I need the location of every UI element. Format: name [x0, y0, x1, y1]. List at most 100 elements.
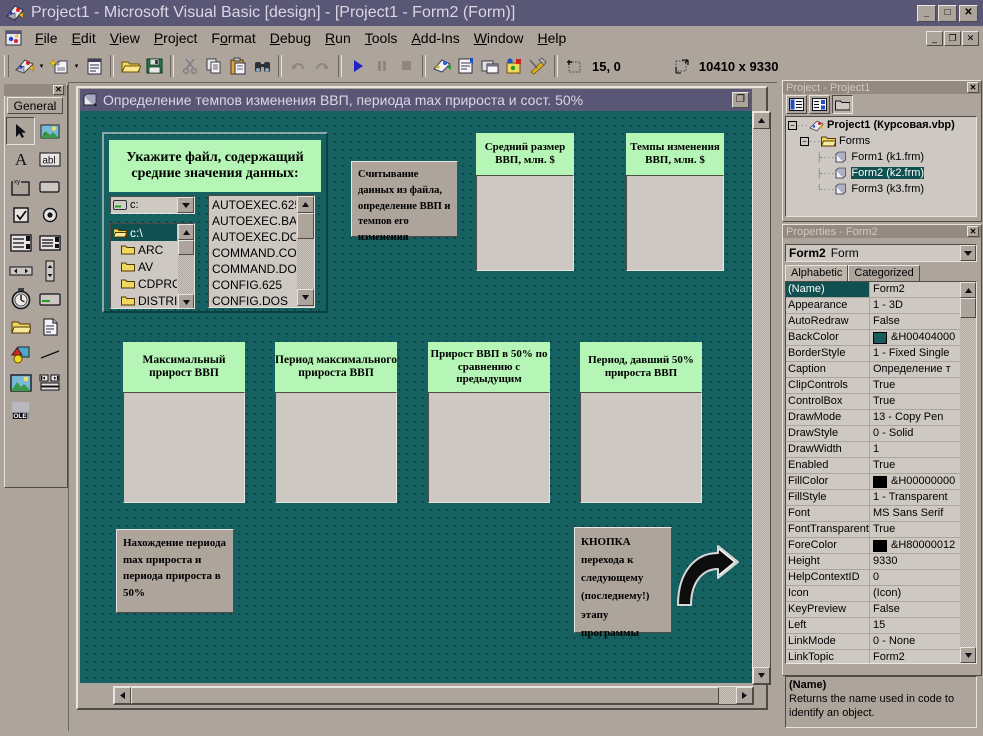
- drive-list-box[interactable]: c:: [110, 196, 195, 214]
- dir-item-root[interactable]: c:\: [111, 224, 177, 241]
- directory-list-box[interactable]: c:\ ARC AV: [110, 223, 195, 309]
- file-list-scrollbar[interactable]: [297, 196, 314, 307]
- find-button[interactable]: [250, 55, 274, 78]
- start-button[interactable]: [346, 55, 370, 78]
- property-row[interactable]: Height 9330: [786, 554, 976, 570]
- panel-max-growth[interactable]: [123, 392, 245, 503]
- undo-button[interactable]: [286, 55, 310, 78]
- menu-debug[interactable]: Debug: [263, 28, 318, 48]
- form-hscroll-left-button[interactable]: [114, 687, 131, 704]
- minimize-button[interactable]: _: [917, 5, 936, 22]
- mdi-document-icon[interactable]: [5, 30, 22, 46]
- form-layout-button[interactable]: [478, 55, 502, 78]
- dirlistbox-tool[interactable]: [6, 313, 35, 341]
- project-tree[interactable]: − ··· Project1 (Курсовая.vbp) − ···: [785, 116, 977, 217]
- menu-editor-button[interactable]: [82, 55, 106, 78]
- panel-growth-50[interactable]: [428, 392, 550, 503]
- panel-avg-gdp[interactable]: [476, 175, 574, 271]
- label-max-growth-period[interactable]: Период максимального прироста ВВП: [275, 342, 397, 392]
- toggle-folders-button[interactable]: [832, 95, 853, 114]
- add-project-dropdown[interactable]: ▾: [36, 55, 47, 78]
- label-growth-50[interactable]: Прирост ВВП в 50% по сравнению с предыду…: [428, 342, 550, 392]
- menu-view[interactable]: View: [103, 28, 147, 48]
- properties-grid[interactable]: (Name) Form2 Appearance 1 - 3D AutoRedra…: [785, 281, 977, 664]
- menu-tools[interactable]: Tools: [358, 28, 405, 48]
- panel-gdp-rates[interactable]: [626, 175, 724, 271]
- tab-alphabetic[interactable]: Alphabetic: [785, 265, 848, 281]
- property-row[interactable]: DrawWidth 1: [786, 442, 976, 458]
- menu-run[interactable]: Run: [318, 28, 358, 48]
- label-period-50[interactable]: Период, давший 50% прироста ВВП: [580, 342, 702, 392]
- file-scroll-up-button[interactable]: [297, 196, 314, 213]
- add-form-button[interactable]: [47, 55, 71, 78]
- file-item[interactable]: COMMAND.COM: [209, 245, 296, 261]
- dir-scroll-down-button[interactable]: [178, 294, 194, 309]
- property-row[interactable]: (Name) Form2: [786, 282, 976, 298]
- tree-row-forms[interactable]: − ··· Forms: [786, 133, 976, 149]
- dir-item-distrib[interactable]: DISTRIB: [111, 292, 177, 308]
- label-max-growth[interactable]: Максимальный прирост ВВП: [123, 342, 245, 392]
- mdi-close-button[interactable]: ✕: [962, 31, 979, 46]
- properties-scroll-down-button[interactable]: [960, 647, 976, 663]
- file-item[interactable]: AUTOEXEC.DOS: [209, 229, 296, 245]
- line-tool[interactable]: [35, 341, 64, 369]
- form-hscroll-thumb[interactable]: [131, 687, 719, 704]
- tab-categorized[interactable]: Categorized: [848, 265, 919, 281]
- properties-scrollbar[interactable]: [960, 282, 976, 663]
- property-row[interactable]: BorderStyle 1 - Fixed Single: [786, 346, 976, 362]
- cut-button[interactable]: [178, 55, 202, 78]
- add-project-button[interactable]: [12, 55, 36, 78]
- optionbutton-tool[interactable]: [35, 201, 64, 229]
- tree-row-form2[interactable]: ├··· Form2 (k2.frm): [786, 165, 976, 181]
- properties-close-button[interactable]: ✕: [967, 226, 979, 237]
- textbox-tool[interactable]: abl: [35, 145, 64, 173]
- property-row[interactable]: Font MS Sans Serif: [786, 506, 976, 522]
- combobox-tool[interactable]: [6, 229, 35, 257]
- properties-scroll-up-button[interactable]: [960, 282, 976, 298]
- forms-expander[interactable]: −: [800, 137, 809, 146]
- project-explorer-button[interactable]: [430, 55, 454, 78]
- property-row[interactable]: BackColor &H00404000: [786, 330, 976, 346]
- toolbox-tab-general[interactable]: General: [7, 97, 63, 114]
- file-item[interactable]: AUTOEXEC.BAT: [209, 213, 296, 229]
- vscrollbar-tool[interactable]: [35, 257, 64, 285]
- timer-tool[interactable]: [6, 285, 35, 313]
- property-row[interactable]: ControlBox True: [786, 394, 976, 410]
- form-vscroll-up-button[interactable]: [753, 112, 770, 129]
- dir-item-av[interactable]: AV: [111, 258, 177, 275]
- dir-scroll-up-button[interactable]: [178, 224, 194, 240]
- pointer-tool[interactable]: [6, 117, 35, 145]
- property-row[interactable]: ClipControls True: [786, 378, 976, 394]
- view-code-button[interactable]: [786, 95, 807, 114]
- label-file-prompt[interactable]: Укажите файл, содержащий средние значени…: [109, 140, 321, 192]
- paste-button[interactable]: [226, 55, 250, 78]
- panel-max-growth-period[interactable]: [275, 392, 397, 503]
- save-project-button[interactable]: [142, 55, 166, 78]
- mdi-restore-button[interactable]: ❐: [944, 31, 961, 46]
- property-row[interactable]: Appearance 1 - 3D: [786, 298, 976, 314]
- shape-tool[interactable]: [6, 341, 35, 369]
- end-button[interactable]: [394, 55, 418, 78]
- image-tool[interactable]: [6, 369, 35, 397]
- property-row[interactable]: Caption Определение т: [786, 362, 976, 378]
- dir-item-arc[interactable]: ARC: [111, 241, 177, 258]
- close-button[interactable]: ✕: [959, 5, 978, 22]
- properties-object-selector[interactable]: Form2 Form: [785, 244, 977, 262]
- view-object-button[interactable]: [809, 95, 830, 114]
- property-row[interactable]: Left 15: [786, 618, 976, 634]
- project-expander[interactable]: −: [788, 121, 797, 130]
- label-find-period[interactable]: Нахождение периода max прироста и период…: [116, 529, 234, 613]
- menu-addins[interactable]: Add-Ins: [404, 28, 466, 48]
- label-gdp-rates[interactable]: Темпы изменения ВВП, млн. $: [626, 133, 724, 175]
- form-hscroll-right-button[interactable]: [736, 687, 753, 704]
- menu-format[interactable]: Format: [204, 28, 262, 48]
- dir-scroll-thumb[interactable]: [178, 240, 194, 255]
- dir-item-cdpro[interactable]: CDPRO: [111, 275, 177, 292]
- file-item[interactable]: COMMAND.DOS: [209, 261, 296, 277]
- property-row[interactable]: FontTransparent True: [786, 522, 976, 538]
- menu-file[interactable]: File: [28, 28, 65, 48]
- object-browser-button[interactable]: [502, 55, 526, 78]
- form-vertical-scrollbar[interactable]: [752, 111, 771, 685]
- property-row[interactable]: FillStyle 1 - Transparent: [786, 490, 976, 506]
- property-row[interactable]: LinkTopic Form2: [786, 650, 976, 664]
